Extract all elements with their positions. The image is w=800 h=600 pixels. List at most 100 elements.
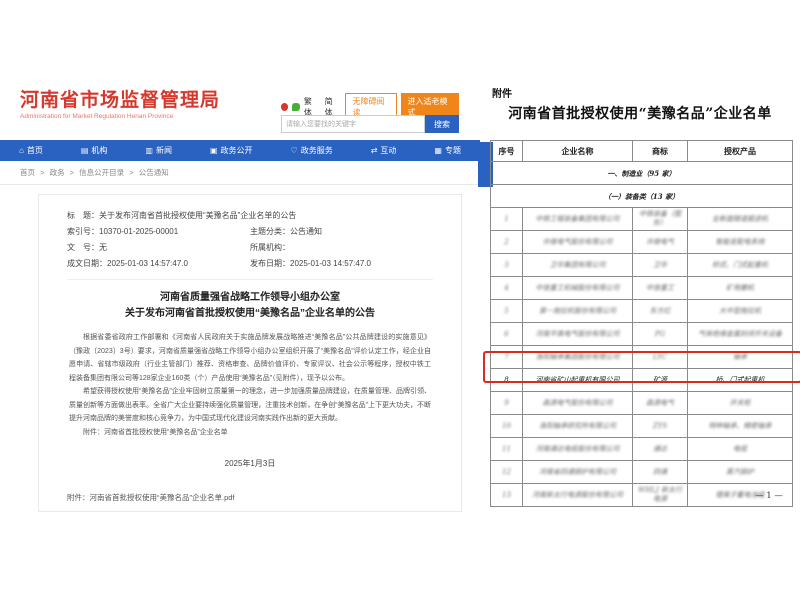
table-section-equipment: （一）装备类（13 家） (491, 185, 793, 208)
cell-product: 特种轴承、精密轴承 (688, 415, 793, 438)
nav-label: 专题 (445, 145, 461, 156)
cell-company: 洛阳轴承集团股份有限公司 (523, 346, 633, 369)
building-icon: ▤ (81, 146, 89, 155)
table-row: 3 卫华集团有限公司 卫华 桥式、门式起重机 (491, 254, 793, 277)
grid-icon: ▦ (434, 146, 442, 155)
cell-company: 中铁工程装备集团有限公司 (523, 208, 633, 231)
meta-category: 主题分类：公告通知 (250, 224, 433, 240)
cell-company: 河南省矿山起重机有限公司 (523, 369, 633, 392)
table-row: 2 许继电气股份有限公司 许继电气 智能变配电系统 (491, 231, 793, 254)
exchange-arrows-icon: ⇄ (371, 146, 378, 155)
breadcrumb: 首页 > 政务 > 信息公开目录 > 公告通知 (20, 167, 172, 178)
cell-no: 2 (491, 231, 523, 254)
breadcrumb-separator: > (129, 168, 133, 177)
home-icon: ⌂ (19, 146, 24, 155)
cell-company: 河南通达电缆股份有限公司 (523, 438, 633, 461)
breadcrumb-divider (0, 184, 480, 185)
cell-company: 河南平高电气股份有限公司 (523, 323, 633, 346)
nav-item-gov-services[interactable]: ♡政务服务 (291, 145, 333, 156)
table-row: 12 河南省四通锅炉有限公司 四通 蒸汽锅炉 (491, 461, 793, 484)
heart-icon: ♡ (291, 146, 298, 155)
screenshot-canvas: 河南省市场监督管理局 Administration for Market Reg… (0, 0, 800, 600)
table-row: 11 河南通达电缆股份有限公司 通达 电缆 (491, 438, 793, 461)
cell-brand: 中铁装备（图形） (633, 208, 688, 231)
cell-company: 河南省四通锅炉有限公司 (523, 461, 633, 484)
page-number: — 1 — (738, 491, 800, 501)
cell-brand: 东方红 (633, 300, 688, 323)
nav-item-organization[interactable]: ▤机构 (81, 145, 108, 156)
cell-product: 大中型拖拉机 (688, 300, 793, 323)
cell-no: 9 (491, 392, 523, 415)
search-button[interactable]: 搜索 (425, 115, 459, 133)
header-company: 企业名称 (523, 141, 633, 162)
cell-brand: 四通 (633, 461, 688, 484)
section-label: （一）装备类（13 家） (491, 185, 793, 208)
cell-company: 森源电气股份有限公司 (523, 392, 633, 415)
cell-product: 桥式、门式起重机 (688, 254, 793, 277)
cell-no: 11 (491, 438, 523, 461)
header-product: 授权产品 (688, 141, 793, 162)
table-header: 序号 企业名称 商标 授权产品 (491, 141, 793, 162)
cell-product: 桥、门式起重机 (688, 369, 793, 392)
table-row: 4 中信重工机械股份有限公司 中信重工 矿用磨机 (491, 277, 793, 300)
cell-brand: 卫华 (633, 254, 688, 277)
cell-no: 3 (491, 254, 523, 277)
breadcrumb-notices[interactable]: 公告通知 (139, 168, 169, 177)
nav-item-home[interactable]: ⌂首页 (19, 145, 43, 156)
cell-product: 开关柜 (688, 392, 793, 415)
nav-label: 政务服务 (301, 145, 333, 156)
site-logo: 河南省市场监督管理局 Administration for Market Reg… (20, 91, 220, 120)
nav-item-topics[interactable]: ▦专题 (434, 145, 461, 156)
cell-brand: LYC (633, 346, 688, 369)
cell-brand: 通达 (633, 438, 688, 461)
cell-brand: 矿源 (633, 369, 688, 392)
meta-grid: 索引号：10370-01-2025-00001 主题分类：公告通知 文 号：无 … (67, 224, 433, 272)
search-bar: 搜索 (281, 115, 459, 133)
attachment-title: 河南省首批授权使用“美豫名品”企业名单 (483, 103, 797, 123)
meta-organization: 所属机构： (250, 240, 433, 256)
announcement-paragraph-2: 希望获得授权使用“美豫名品”企业牢固树立质量第一的理念，进一步加强质量品牌建设，… (69, 385, 431, 426)
table-row: 1 中铁工程装备集团有限公司 中铁装备（图形） 全断面隧道掘进机 (491, 208, 793, 231)
announcement-title-line2: 关于发布河南省首批授权使用“美豫名品”企业名单的公告 (67, 306, 433, 322)
cell-company: 洛阳轴承研究所有限公司 (523, 415, 633, 438)
breadcrumb-home[interactable]: 首页 (20, 168, 35, 177)
cell-brand: PG (633, 323, 688, 346)
header-brand: 商标 (633, 141, 688, 162)
cell-no: 7 (491, 346, 523, 369)
search-input[interactable] (281, 115, 425, 133)
announcement-card: 标 题：关于发布河南省首批授权使用“美豫名品”企业名单的公告 索引号：10370… (38, 194, 462, 512)
wechat-icon[interactable] (292, 103, 299, 111)
cell-no: 13 (491, 484, 523, 507)
site-title: 河南省市场监督管理局 (20, 91, 220, 111)
breadcrumb-gov[interactable]: 政务 (50, 168, 65, 177)
announcement-title: 河南省质量强省战略工作领导小组办公室 关于发布河南省首批授权使用“美豫名品”企业… (67, 290, 433, 322)
attachment-label: 附件 (492, 85, 512, 100)
audio-reader-icon[interactable] (281, 103, 288, 111)
nav-item-interaction[interactable]: ⇄互动 (371, 145, 397, 156)
nav-label: 首页 (27, 145, 43, 156)
attachment-pdf-link[interactable]: 附件：河南省首批授权使用“美豫名品”企业名单.pdf (67, 492, 433, 503)
cell-brand: 许继电气 (633, 231, 688, 254)
section-label: 一、制造业（95 家） (491, 162, 793, 185)
cell-company: 许继电气股份有限公司 (523, 231, 633, 254)
cell-product: 轴承 (688, 346, 793, 369)
table-section-manufacturing: 一、制造业（95 家） (491, 162, 793, 185)
breadcrumb-info-directory[interactable]: 信息公开目录 (79, 168, 124, 177)
document-icon: ▣ (210, 146, 218, 155)
nav-label: 互动 (380, 145, 396, 156)
table-row: 8 河南省矿山起重机有限公司 矿源 桥、门式起重机 (491, 369, 793, 392)
cell-product: 全断面隧道掘进机 (688, 208, 793, 231)
nav-label: 机构 (91, 145, 107, 156)
cell-product: 电缆 (688, 438, 793, 461)
nav-item-news[interactable]: ▥新闻 (145, 145, 172, 156)
meta-publish-date: 发布日期：2025-01-03 14:57:47.0 (250, 256, 433, 272)
table-header-row: 序号 企业名称 商标 授权产品 (491, 141, 793, 162)
cell-no: 12 (491, 461, 523, 484)
header-no: 序号 (491, 141, 523, 162)
cell-brand: WHLJ 新太行电源 (633, 484, 688, 507)
announcement-date: 2025年1月3日 (67, 458, 433, 469)
nav-item-gov-disclosure[interactable]: ▣政务公开 (210, 145, 253, 156)
cell-no: 6 (491, 323, 523, 346)
newspaper-icon: ▥ (145, 146, 153, 155)
site-subtitle: Administration for Market Regulation Hen… (20, 113, 220, 120)
